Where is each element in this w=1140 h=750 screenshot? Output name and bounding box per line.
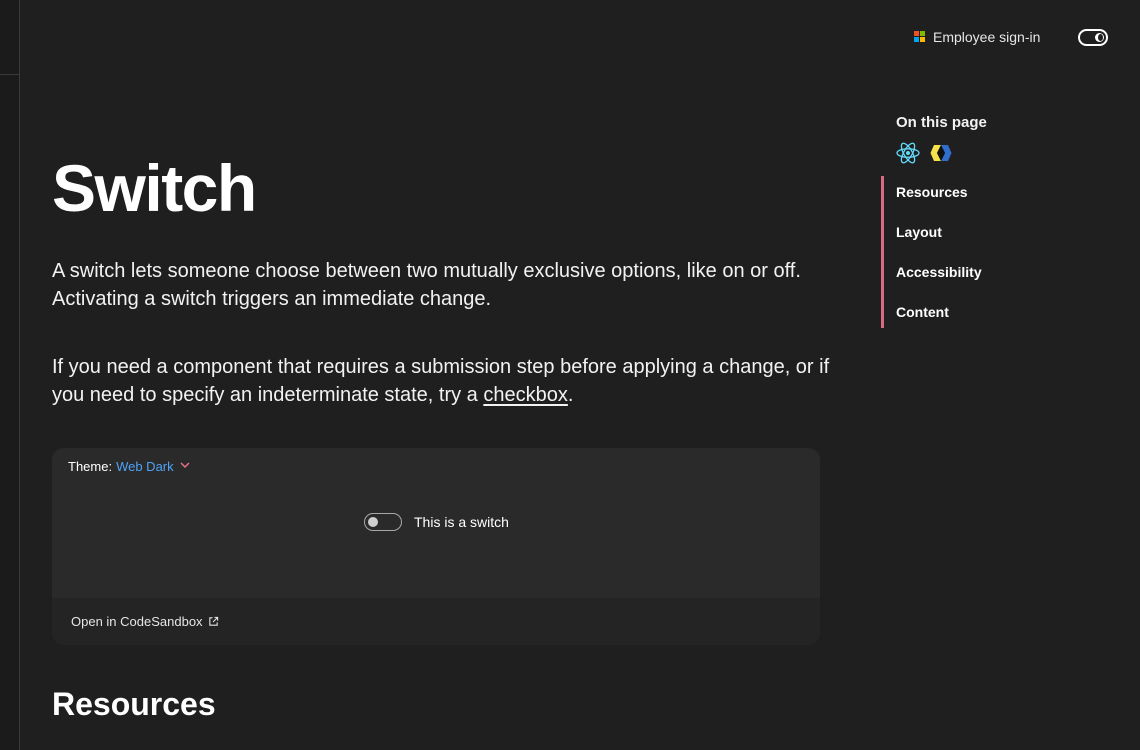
resources-heading: Resources: [52, 686, 216, 722]
framework-icons: [896, 142, 952, 164]
employee-signin-label: Employee sign-in: [933, 29, 1041, 45]
demo-card: Theme: Web Dark This is a switch Open in…: [52, 448, 820, 645]
web-components-icon[interactable]: [930, 142, 952, 164]
guidance-paragraph: If you need a component that requires a …: [52, 353, 832, 409]
codesandbox-label: Open in CodeSandbox: [71, 614, 203, 629]
guidance-text: If you need a component that requires a …: [52, 356, 830, 406]
intro-paragraph: A switch lets someone choose between two…: [52, 260, 801, 310]
switch-thumb: [368, 517, 378, 527]
switch-label[interactable]: This is a switch: [414, 514, 509, 530]
toc-list: Resources Layout Accessibility Content: [881, 176, 1081, 328]
switch-track[interactable]: [364, 513, 402, 531]
demo-stage: Theme: Web Dark This is a switch: [52, 448, 820, 598]
chevron-down-icon[interactable]: [180, 461, 190, 472]
demo-footer: Open in CodeSandbox: [52, 598, 820, 645]
demo-switch[interactable]: This is a switch: [364, 513, 509, 531]
open-codesandbox-link[interactable]: Open in CodeSandbox: [71, 614, 219, 629]
employee-signin-link[interactable]: Employee sign-in: [914, 29, 1040, 45]
toc-item-layout[interactable]: Layout: [884, 216, 1081, 256]
microsoft-logo-icon: [914, 31, 926, 43]
guidance-suffix: .: [567, 384, 574, 406]
divider: [0, 74, 19, 75]
theme-mode-toggle[interactable]: [1078, 29, 1108, 46]
theme-label: Theme:: [68, 459, 113, 474]
checkbox-link[interactable]: checkbox: [483, 384, 568, 406]
toc-title: On this page: [896, 114, 987, 131]
theme-value[interactable]: Web Dark: [116, 459, 174, 474]
react-icon[interactable]: [896, 142, 920, 164]
moon-icon: [1098, 34, 1103, 41]
toc-item-content[interactable]: Content: [884, 296, 1081, 336]
theme-picker[interactable]: Theme: Web Dark: [68, 459, 190, 474]
toc-item-accessibility[interactable]: Accessibility: [884, 256, 1081, 296]
left-nav-rail: [0, 0, 20, 750]
toc-item-resources[interactable]: Resources: [884, 176, 1081, 216]
external-link-icon: [208, 616, 218, 626]
page-title: Switch: [52, 151, 257, 225]
